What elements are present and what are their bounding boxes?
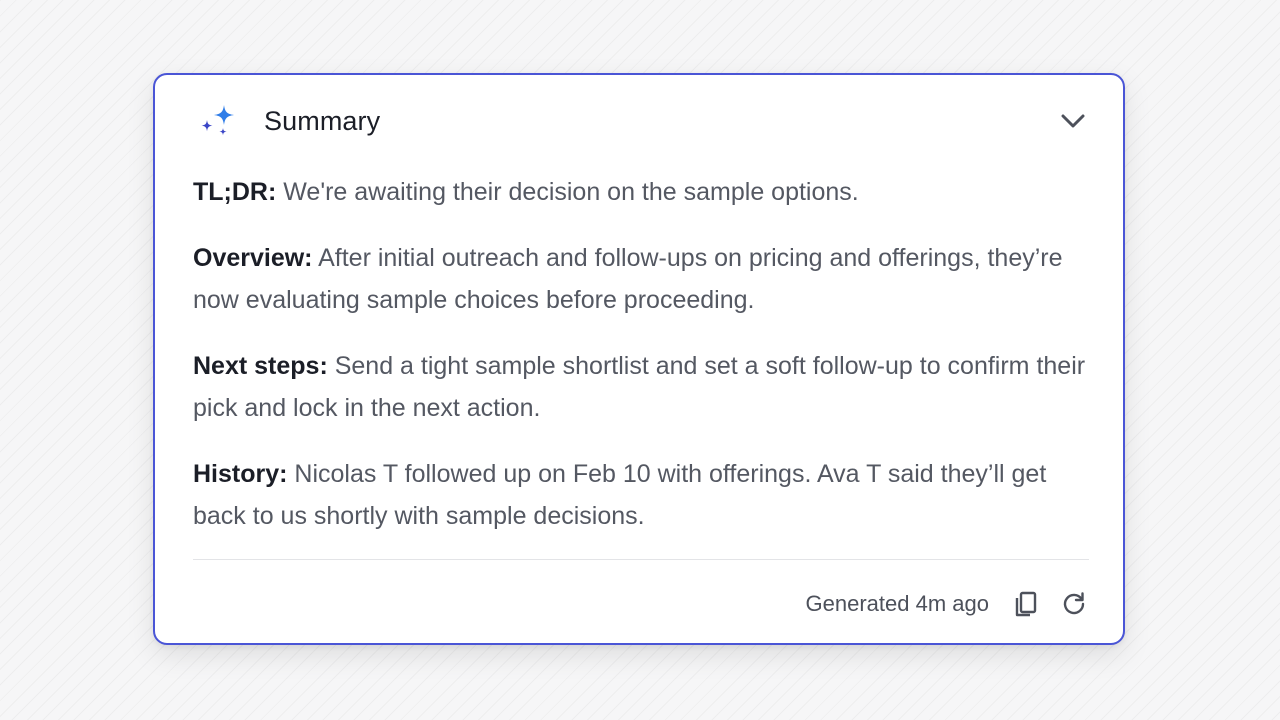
summary-title: Summary [264,106,381,136]
history-text: Nicolas T followed up on Feb 10 with off… [193,460,1047,530]
generated-timestamp: Generated 4m ago [805,591,989,616]
chevron-down-icon [1061,114,1085,128]
sparkle-icon [201,105,234,136]
summary-footer: Generated 4m ago [806,587,1089,621]
footer-divider [193,559,1089,560]
overview-text: After initial outreach and follow-ups on… [193,244,1063,314]
tldr-paragraph: TL;DR: We're awaiting their decision on … [193,171,1093,213]
history-paragraph: History: Nicolas T followed up on Feb 10… [193,453,1093,537]
next-steps-label: Next steps: [193,352,328,380]
copy-icon [1015,591,1037,617]
next-steps-paragraph: Next steps: Send a tight sample shortlis… [193,345,1093,429]
tldr-label: TL;DR: [193,178,277,206]
copy-button[interactable] [1011,589,1041,619]
overview-paragraph: Overview: After initial outreach and fol… [193,237,1093,321]
collapse-button[interactable] [1057,105,1089,137]
refresh-button[interactable] [1059,589,1089,619]
summary-body: TL;DR: We're awaiting their decision on … [193,171,1093,561]
summary-card: Summary TL;DR: We're awaiting their deci… [153,73,1125,645]
tldr-text: We're awaiting their decision on the sam… [283,178,859,206]
summary-header[interactable]: Summary [155,75,1123,171]
overview-label: Overview: [193,244,313,272]
history-label: History: [193,460,288,488]
refresh-icon [1063,592,1085,615]
